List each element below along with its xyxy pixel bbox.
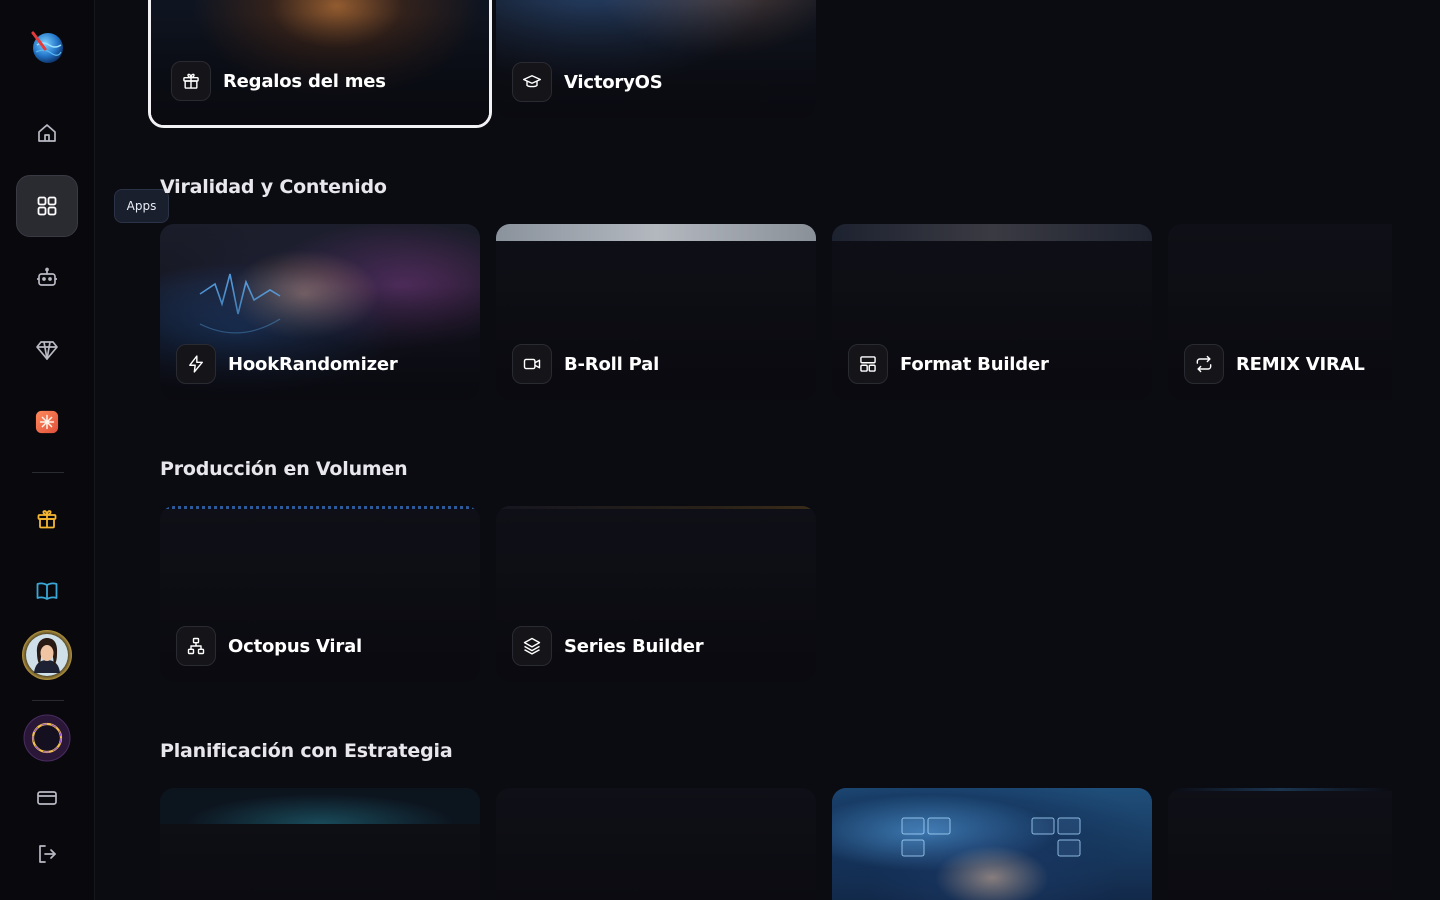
book-icon [36,582,58,600]
section-title: Planificación con Estrategia [160,740,453,762]
diamond-icon [36,341,58,360]
lightning-icon [189,355,203,373]
logout-icon [39,845,56,863]
spark-app-icon [35,410,59,434]
app-card-octopus-viral[interactable]: Octopus Viral [160,506,480,682]
card-title: Regalos del mes [223,70,386,92]
app-card-planning-1[interactable] [160,788,480,900]
card-icon-box [512,62,552,102]
apps-grid-icon [37,196,57,216]
card-image-strip [1168,788,1392,791]
sidebar-item-logout[interactable] [16,823,78,885]
avatar [22,630,72,680]
card-icon [37,791,57,805]
sidebar-divider [32,700,64,701]
layers-icon [523,637,541,655]
sidebar-item-bot[interactable] [16,247,78,309]
sidebar-item-premium[interactable] [16,319,78,381]
app-logo[interactable] [16,16,78,78]
card-label: Octopus Viral [176,626,362,666]
card-label: VictoryOS [512,62,663,102]
app-card-regalos[interactable]: Regalos del mes [148,0,492,128]
card-icon-box [512,344,552,384]
graduation-cap-icon [522,75,542,88]
card-icon-box [176,626,216,666]
sidebar-item-apps[interactable] [16,175,78,237]
gift-icon [183,73,199,89]
card-icon-box [512,626,552,666]
video-camera-icon [523,358,541,370]
sidebar-item-home[interactable] [16,102,78,164]
app-card-remix-viral[interactable]: REMIX VIRAL [1168,224,1392,400]
card-label: Regalos del mes [171,61,386,101]
section-title: Viralidad y Contenido [160,176,387,198]
card-title: VictoryOS [564,71,663,93]
sidebar-item-billing[interactable] [16,767,78,829]
sidebar-item-spark-app[interactable] [16,391,78,453]
card-label: B-Roll Pal [512,344,659,384]
card-icon-box [848,344,888,384]
globe-logo-icon [31,31,63,63]
card-title: Series Builder [564,635,704,657]
ring-icon [23,714,71,762]
card-icon-box [1184,344,1224,384]
hierarchy-icon [187,637,205,655]
main-content: Regalos del mes VictoryOS Viralidad y Co… [96,0,1440,900]
robot-icon [37,267,57,286]
card-label: REMIX VIRAL [1184,344,1365,384]
card-title: HookRandomizer [228,353,398,375]
sidebar-item-gifts[interactable] [16,488,78,550]
app-card-planning-3[interactable] [832,788,1152,900]
card-label: Format Builder [848,344,1049,384]
section-title: Producción en Volumen [160,458,408,480]
gift-icon [37,510,57,529]
card-image-strip [160,788,480,824]
home-icon [38,124,56,142]
app-card-hookrandomizer[interactable]: HookRandomizer [160,224,480,400]
card-icon-box [176,344,216,384]
app-card-series-builder[interactable]: Series Builder [496,506,816,682]
app-card-format-builder[interactable]: Format Builder [832,224,1152,400]
user-avatar[interactable] [16,624,78,686]
card-icon-box [171,61,211,101]
app-card-planning-2[interactable] [496,788,816,900]
sidebar-divider [32,472,64,473]
app-card-victoryos[interactable]: VictoryOS [496,0,816,118]
sidebar-item-library[interactable] [16,560,78,622]
card-title: B-Roll Pal [564,353,660,375]
app-card-planning-4[interactable] [1168,788,1392,900]
dashboard-graphic [901,817,1081,857]
card-title: REMIX VIRAL [1236,353,1365,375]
sidebar [0,0,95,900]
card-label: Series Builder [512,626,704,666]
card-title: Format Builder [900,353,1049,375]
repeat-icon [1196,355,1212,373]
card-label: HookRandomizer [176,344,398,384]
sidebar-item-orbit[interactable] [16,707,78,769]
card-title: Octopus Viral [228,635,362,657]
layout-icon [860,356,876,372]
app-card-broll-pal[interactable]: B-Roll Pal [496,224,816,400]
